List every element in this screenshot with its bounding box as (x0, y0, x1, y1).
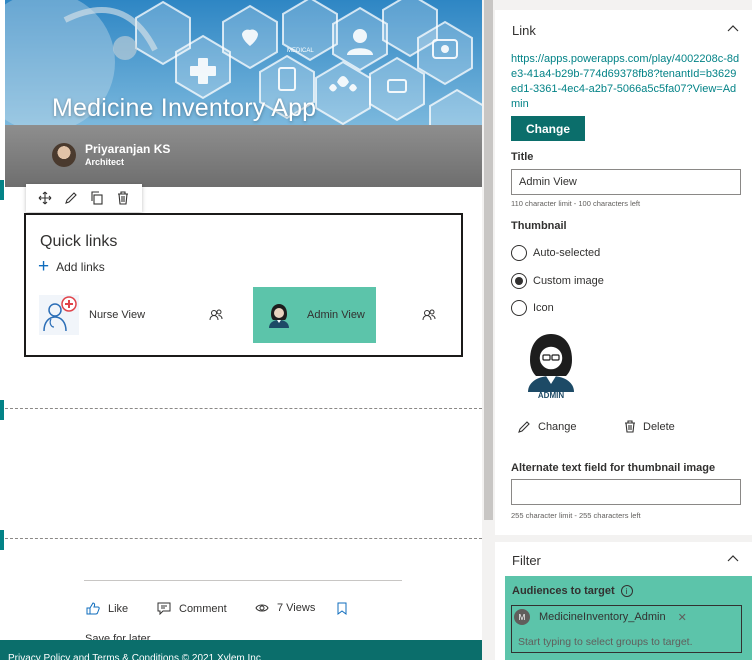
link-section-heading[interactable]: Link (512, 23, 536, 38)
delete-icon[interactable] (113, 188, 133, 208)
quick-link-admin-view[interactable]: Admin View (253, 287, 376, 343)
change-thumbnail-label: Change (538, 420, 577, 433)
move-icon[interactable] (35, 188, 55, 208)
chevron-up-icon[interactable] (726, 22, 740, 36)
delete-icon (625, 420, 635, 433)
like-label: Like (108, 602, 129, 615)
comment-label: Comment (179, 602, 227, 615)
change-link-button[interactable]: Change (511, 116, 585, 141)
delete-thumbnail-label: Delete (643, 420, 675, 433)
radio-label: Icon (533, 302, 554, 314)
audiences-to-target-label: Audiences to target i (512, 585, 633, 597)
change-thumbnail-button[interactable]: Change (518, 420, 577, 433)
like-icon (86, 602, 100, 615)
group-avatar: M (514, 609, 530, 625)
hero-banner[interactable]: MEDICAL Medicine Inventory App Priyaranj… (5, 0, 482, 187)
link-url[interactable]: https://apps.powerapps.com/play/4002208c… (511, 52, 741, 112)
radio-circle-checked (511, 273, 527, 289)
bookmark-button[interactable] (337, 602, 355, 615)
radio-label: Custom image (533, 275, 604, 287)
alt-text-char-hint: 255 character limit - 255 characters lef… (511, 511, 641, 520)
add-links-label: Add links (56, 260, 105, 274)
comment-icon (157, 602, 171, 615)
radio-label: Auto-selected (533, 247, 601, 259)
avatar (52, 143, 76, 167)
quick-link-label: Admin View (307, 309, 365, 321)
audience-chip: M MedicineInventory_Admin ✕ (514, 609, 687, 625)
page-canvas: MEDICAL Medicine Inventory App Priyaranj… (0, 0, 482, 660)
like-button[interactable]: Like (86, 602, 128, 615)
audiences-label-text: Audiences to target (512, 585, 615, 597)
audience-picker[interactable]: M MedicineInventory_Admin ✕ (511, 605, 742, 653)
radio-circle (511, 300, 527, 316)
bookmark-icon (337, 602, 347, 615)
section-edge-marker (0, 530, 4, 550)
radio-auto-selected[interactable]: Auto-selected (511, 245, 600, 261)
nurse-thumbnail (39, 295, 79, 335)
plus-icon: + (38, 256, 50, 277)
hero-overlay-label: MEDICAL (287, 48, 314, 54)
author-name: Priyaranjan KS (85, 142, 171, 156)
admin-thumbnail (259, 295, 299, 335)
webpart-toolbar (26, 184, 142, 212)
filter-section-heading[interactable]: Filter (512, 553, 541, 568)
author-info: Priyaranjan KS Architect (52, 142, 170, 168)
property-pane: Link https://apps.powerapps.com/play/400… (495, 0, 752, 660)
section-divider (5, 408, 482, 409)
title-char-hint: 110 character limit - 100 characters lef… (511, 199, 641, 208)
quick-links-title: Quick links (40, 233, 118, 250)
comment-button[interactable]: Comment (157, 602, 227, 615)
title-input[interactable] (511, 169, 741, 195)
thumbnail-caption: ADMIN (538, 391, 564, 400)
site-footer: Privacy Policy and Terms & Conditions © … (0, 640, 482, 660)
page-title: Medicine Inventory App (52, 94, 317, 122)
section-edge-marker (0, 180, 4, 200)
audience-icon (209, 309, 223, 321)
author-role: Architect (85, 157, 125, 167)
radio-circle (511, 245, 527, 261)
add-links-button[interactable]: + Add links (38, 256, 105, 277)
alt-text-label: Alternate text field for thumbnail image (511, 462, 716, 474)
views-label: 7 Views (277, 602, 316, 614)
views-count: 7 Views (255, 602, 315, 614)
scrollbar-thumb[interactable] (484, 0, 493, 520)
close-icon[interactable]: ✕ (678, 611, 687, 624)
delete-thumbnail-button[interactable]: Delete (624, 420, 675, 433)
thumbnail-preview: ADMIN (511, 324, 591, 402)
section-edge-marker (0, 400, 4, 420)
duplicate-icon[interactable] (87, 188, 107, 208)
edit-icon (518, 421, 530, 433)
thumbnail-label: Thumbnail (511, 220, 567, 232)
section-divider (5, 538, 482, 539)
audience-icon (422, 309, 436, 321)
audience-search-input[interactable] (518, 636, 738, 648)
title-label: Title (511, 151, 534, 163)
alt-text-input[interactable] (511, 479, 741, 505)
quick-links-webpart[interactable]: Quick links + Add links Nurse View Admin… (24, 213, 463, 357)
footer-divider (84, 580, 402, 581)
chevron-up-icon[interactable] (726, 552, 740, 566)
eye-icon (255, 604, 269, 612)
canvas-scrollbar[interactable] (482, 0, 495, 660)
info-icon[interactable]: i (620, 585, 633, 597)
audience-chip-label: MedicineInventory_Admin (539, 611, 666, 623)
edit-icon[interactable] (61, 188, 81, 208)
radio-custom-image[interactable]: Custom image (511, 273, 604, 289)
radio-icon[interactable]: Icon (511, 300, 554, 316)
quick-link-label: Nurse View (89, 309, 146, 321)
